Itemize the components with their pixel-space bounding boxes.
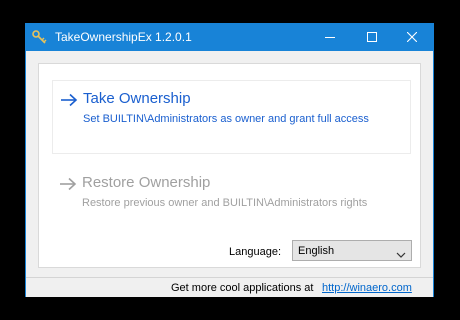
window-title: TakeOwnershipEx 1.2.0.1: [55, 30, 192, 44]
language-label: Language:: [229, 246, 281, 258]
app-window: TakeOwnershipEx 1.2.0.1 Take Ownership S…: [25, 23, 434, 297]
key-app-icon: [32, 30, 48, 45]
arrow-right-icon: [59, 176, 77, 192]
take-ownership-title: Take Ownership: [83, 90, 191, 107]
minimize-icon: [325, 29, 335, 47]
status-bar: Get more cool applications at http://win…: [26, 277, 433, 297]
chevron-down-icon: [396, 246, 406, 258]
command-panel: Take Ownership Set BUILTIN\Administrator…: [38, 63, 421, 268]
maximize-button[interactable]: [351, 24, 393, 51]
restore-ownership-command[interactable]: Restore Ownership Restore previous owner…: [52, 165, 411, 239]
minimize-button[interactable]: [309, 24, 351, 51]
status-text: Get more cool applications at: [171, 282, 314, 294]
maximize-icon: [367, 29, 377, 47]
language-selected-value: English: [298, 245, 335, 257]
winaero-link[interactable]: http://winaero.com: [322, 281, 412, 295]
close-icon: [406, 29, 418, 47]
restore-ownership-title: Restore Ownership: [82, 174, 211, 191]
language-select[interactable]: English: [292, 240, 412, 261]
take-ownership-description: Set BUILTIN\Administrators as owner and …: [83, 113, 369, 125]
title-bar[interactable]: TakeOwnershipEx 1.2.0.1: [26, 24, 433, 51]
close-button[interactable]: [391, 24, 433, 51]
take-ownership-command[interactable]: Take Ownership Set BUILTIN\Administrator…: [52, 80, 411, 154]
arrow-right-icon: [60, 92, 78, 108]
restore-ownership-description: Restore previous owner and BUILTIN\Admin…: [82, 197, 368, 209]
